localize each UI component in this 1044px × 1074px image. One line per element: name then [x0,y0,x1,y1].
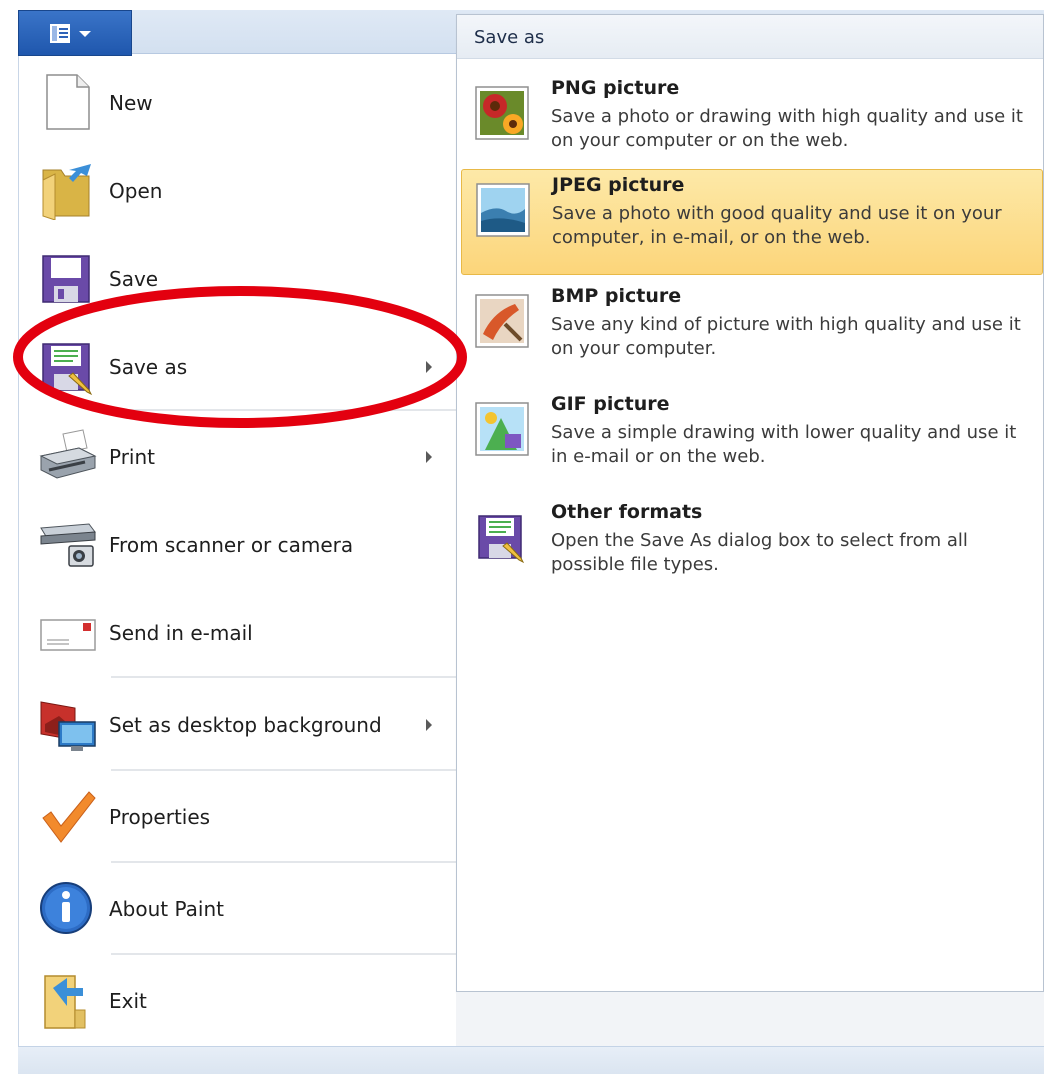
menu-item-label: Save [109,267,159,291]
menu-separator [111,861,457,863]
new-document-icon [46,74,90,130]
menu-separator [111,769,457,771]
menu-item-label: Print [109,445,156,469]
format-option-jpeg[interactable]: JPEG picture Save a photo with good qual… [461,169,1043,275]
file-menu-icon [50,24,70,43]
menu-item-label: Save as [109,355,188,379]
scanner-icon [40,523,96,567]
menu-item-print[interactable]: Print [19,412,457,500]
other-formats-icon [478,515,525,564]
chevron-right-icon [426,719,432,731]
printer-icon [39,429,97,479]
submenu-footer-area [456,992,1044,1046]
menu-item-label: About Paint [109,897,224,921]
menu-item-label: From scanner or camera [109,533,354,557]
png-flowers-icon [475,86,529,140]
format-title: PNG picture [551,77,680,99]
checkmark-icon [42,791,96,843]
format-description: Save any kind of picture with high quali… [551,314,1021,359]
menu-item-label: Exit [109,989,147,1013]
menu-bottom-strip [18,1046,1044,1074]
menu-separator [111,676,457,678]
submenu-title: Save as [474,27,545,48]
format-description: Save a simple drawing with lower quality… [551,422,1017,467]
floppy-disk-icon [42,255,90,303]
format-option-png[interactable]: PNG picture Save a photo or drawing with… [461,73,1043,179]
format-option-gif[interactable]: GIF picture Save a simple drawing with l… [461,389,1043,495]
chevron-right-icon [426,361,432,373]
menu-separator [111,953,457,955]
exit-door-icon [44,975,86,1029]
menu-item-exit[interactable]: Exit [19,956,457,1044]
menu-item-label: Properties [109,805,211,829]
format-title: BMP picture [551,285,682,307]
menu-item-properties[interactable]: Properties [19,772,457,860]
chevron-down-icon [79,31,91,37]
format-description: Save a photo or drawing with high qualit… [551,106,1023,151]
menu-item-desktop-background[interactable]: Set as desktop background [19,680,457,768]
menu-item-label: Set as desktop background [109,713,382,737]
bmp-paint-icon [475,294,529,348]
submenu-header: Save as [457,15,1043,59]
menu-item-open[interactable]: Open [19,146,457,234]
menu-item-save-as[interactable]: Save as [19,322,457,410]
menu-item-about[interactable]: About Paint [19,864,457,952]
menu-item-from-scanner[interactable]: From scanner or camera [19,500,457,588]
menu-item-save[interactable]: Save [19,234,457,322]
format-option-bmp[interactable]: BMP picture Save any kind of picture wit… [461,281,1043,387]
file-menu-button[interactable] [18,10,132,56]
info-icon [40,882,92,934]
jpeg-landscape-icon [476,183,530,237]
open-folder-icon [42,164,91,220]
gif-shapes-icon [475,402,529,456]
save-as-submenu: Save as PNG picture Save a photo or draw… [456,14,1044,992]
format-option-other[interactable]: Other formats Open the Save As dialog bo… [461,497,1043,603]
format-description: Save a photo with good quality and use i… [552,203,1002,248]
desktop-monitor-icon [40,701,96,751]
format-title: Other formats [551,501,703,523]
menu-item-label: New [109,91,153,115]
menu-item-label: Open [109,179,163,203]
menu-separator [111,409,457,411]
save-as-icon [42,343,93,396]
file-menu-list: New Open Save Save as Print From scanner… [18,56,457,1046]
envelope-icon [40,619,96,651]
format-title: GIF picture [551,393,670,415]
menu-item-new[interactable]: New [19,58,457,146]
menu-item-send-email[interactable]: Send in e-mail [19,588,457,676]
format-title: JPEG picture [552,174,685,196]
chevron-right-icon [426,451,432,463]
format-description: Open the Save As dialog box to select fr… [551,530,968,575]
menu-item-label: Send in e-mail [109,621,253,645]
paint-file-menu: New Open Save Save as Print From scanner… [0,0,1044,1074]
